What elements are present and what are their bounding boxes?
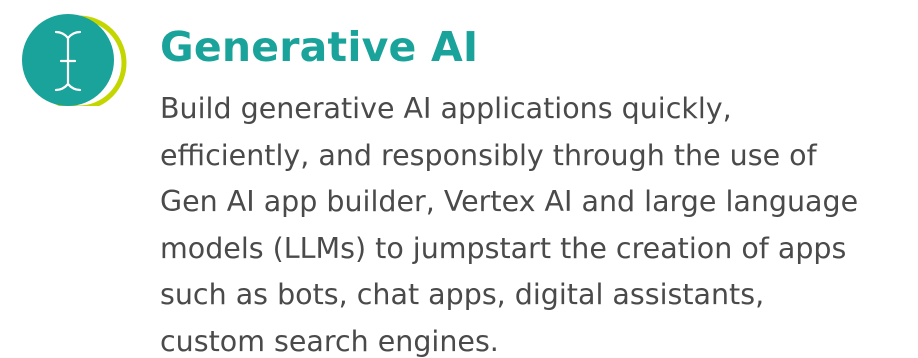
description-line: Build generative AI applications quickly… [160, 92, 732, 125]
description-line: custom search engines. [160, 324, 499, 358]
feature-description: Build generative AI applications quickly… [160, 86, 900, 358]
feature-title: Generative AI [160, 23, 479, 71]
text-cursor-icon [6, 14, 130, 106]
description-line: models (LLMs) to jumpstart the creation … [160, 231, 847, 265]
description-line: such as bots, chat apps, digital assista… [160, 278, 765, 312]
description-line: Gen AI app builder, Vertex AI and large … [160, 185, 859, 219]
feature-content: Generative AI Build generative AI applic… [160, 16, 900, 358]
description-line: efficiently, and responsibly through the… [160, 138, 817, 172]
generative-ai-feature-card: Generative AI Build generative AI applic… [0, 0, 918, 358]
